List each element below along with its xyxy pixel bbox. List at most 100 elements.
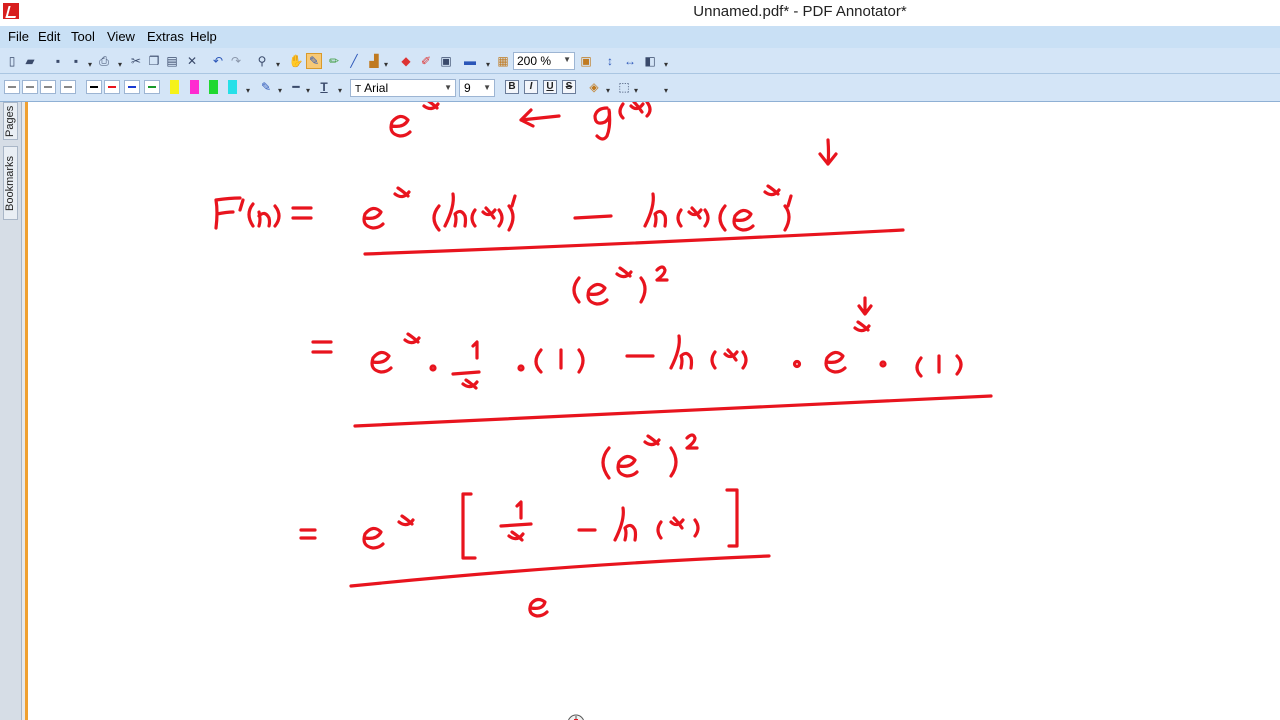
copy-icon[interactable]: ❐ bbox=[146, 53, 162, 69]
ink-stroke bbox=[676, 206, 710, 228]
menu-help[interactable]: Help bbox=[190, 29, 217, 44]
toolbar-overflow-icon[interactable]: ▾ bbox=[384, 60, 388, 69]
ink-stroke bbox=[238, 198, 245, 212]
ink-stroke bbox=[643, 434, 678, 478]
menu-edit[interactable]: Edit bbox=[38, 29, 60, 44]
ink-stroke bbox=[214, 196, 242, 230]
border-style-icon[interactable]: ⬚ bbox=[616, 79, 632, 95]
toolbar-overflow-icon[interactable]: ▾ bbox=[118, 60, 122, 69]
menu-file[interactable]: File bbox=[8, 29, 29, 44]
zoom-select[interactable]: 200 % ▼ bbox=[513, 52, 575, 70]
menu-bar: File Edit Tool View Extras Help bbox=[0, 26, 1280, 48]
chevron-down-icon: ▼ bbox=[444, 83, 452, 92]
ink-stroke bbox=[534, 348, 585, 374]
new-document-icon[interactable]: ▯ bbox=[4, 53, 20, 69]
font-select[interactable]: T Arial ▼ bbox=[350, 79, 456, 97]
color-red-button[interactable] bbox=[104, 80, 120, 94]
toolbar-overflow-icon[interactable]: ▾ bbox=[486, 60, 490, 69]
ink-stroke bbox=[669, 334, 694, 370]
highlighter-icon[interactable]: ✏ bbox=[326, 53, 342, 69]
italic-button[interactable]: I bbox=[524, 80, 538, 94]
highlight-green-button[interactable] bbox=[209, 80, 218, 94]
pen-tool-icon[interactable]: ✎ bbox=[306, 53, 322, 69]
ink-dot bbox=[879, 360, 887, 368]
toolbar-overflow-icon[interactable]: ▾ bbox=[338, 86, 342, 95]
line-medium-button[interactable] bbox=[22, 80, 38, 94]
chevron-down-icon[interactable]: ▾ bbox=[634, 86, 638, 95]
ink-stroke bbox=[710, 348, 748, 370]
font-size-select[interactable]: 9 ▼ bbox=[459, 79, 495, 97]
ink-stroke bbox=[507, 194, 517, 232]
pen-color-icon[interactable]: ✎ bbox=[258, 79, 274, 95]
camera-icon[interactable]: ▣ bbox=[438, 53, 454, 69]
brush-icon[interactable]: ✐ bbox=[418, 53, 434, 69]
highlight-yellow-button[interactable] bbox=[170, 80, 179, 94]
open-folder-icon[interactable]: ▰ bbox=[22, 53, 38, 69]
tab-pages[interactable]: Pages bbox=[3, 102, 18, 140]
line-tool-icon[interactable]: ╱ bbox=[346, 53, 362, 69]
chevron-down-icon[interactable]: ▾ bbox=[606, 86, 610, 95]
cut-icon[interactable]: ✂ bbox=[128, 53, 144, 69]
full-screen-icon[interactable]: ◧ bbox=[642, 53, 658, 69]
highlight-cyan-button[interactable] bbox=[228, 80, 237, 94]
menu-tool[interactable]: Tool bbox=[71, 29, 95, 44]
paste-icon[interactable]: ▤ bbox=[164, 53, 180, 69]
toolbar-overflow-icon[interactable]: ▾ bbox=[276, 60, 280, 69]
ink-stroke bbox=[353, 394, 993, 428]
strikethrough-button[interactable]: S bbox=[562, 80, 576, 94]
fit-page-icon[interactable]: ▣ bbox=[578, 53, 594, 69]
fill-color-icon[interactable]: ◈ bbox=[586, 79, 602, 95]
fit-height-icon[interactable]: ↕ bbox=[602, 53, 618, 69]
ink-dot bbox=[792, 359, 802, 369]
toolbar-overflow-icon[interactable]: ▾ bbox=[664, 86, 668, 95]
line-thin-button[interactable] bbox=[4, 80, 20, 94]
ink-stroke bbox=[572, 276, 609, 306]
delete-icon[interactable]: ✕ bbox=[184, 53, 200, 69]
tab-bookmarks[interactable]: Bookmarks bbox=[3, 146, 18, 220]
insert-page-icon[interactable]: ▬ bbox=[462, 53, 478, 69]
document-page[interactable] bbox=[31, 102, 1280, 720]
toolbar-overflow-icon[interactable]: ▾ bbox=[246, 86, 250, 95]
stamp-icon[interactable]: ▟ bbox=[366, 53, 382, 69]
ink-stroke bbox=[432, 204, 441, 232]
ink-stroke bbox=[718, 204, 755, 232]
ink-stroke bbox=[857, 296, 873, 316]
color-green-button[interactable] bbox=[144, 80, 160, 94]
toolbar-overflow-icon[interactable]: ▾ bbox=[664, 60, 668, 69]
ink-stroke bbox=[443, 192, 468, 228]
hand-tool-icon[interactable]: ✋ bbox=[288, 53, 304, 69]
line-thick-button[interactable] bbox=[40, 80, 56, 94]
line-width-icon[interactable]: ━ bbox=[288, 79, 304, 95]
chevron-down-icon[interactable]: ▾ bbox=[278, 86, 282, 95]
bold-button[interactable]: B bbox=[505, 80, 519, 94]
redo-icon[interactable]: ↷ bbox=[228, 53, 244, 69]
underline-button[interactable]: U bbox=[543, 80, 557, 94]
toolbar-overflow-icon[interactable]: ▾ bbox=[88, 60, 92, 69]
highlight-pink-button[interactable] bbox=[190, 80, 199, 94]
window-title: Unnamed.pdf* - PDF Annotator* bbox=[693, 3, 907, 20]
text-tool-icon[interactable]: T bbox=[316, 79, 332, 95]
eraser-icon[interactable]: ◆ bbox=[398, 53, 414, 69]
ink-stroke bbox=[643, 192, 668, 228]
color-black-button[interactable] bbox=[86, 80, 102, 94]
save-all-icon[interactable]: ▪ bbox=[68, 53, 84, 69]
print-icon[interactable]: ⎙ bbox=[96, 53, 112, 69]
color-blue-button[interactable] bbox=[124, 80, 140, 94]
zoom-icon[interactable]: ▦ bbox=[495, 53, 511, 69]
line-heavy-button[interactable] bbox=[60, 80, 76, 94]
ink-stroke bbox=[370, 350, 393, 374]
save-icon[interactable]: ▪ bbox=[50, 53, 66, 69]
magnifier-icon[interactable]: ⚲ bbox=[254, 53, 270, 69]
chevron-down-icon[interactable]: ▾ bbox=[306, 86, 310, 95]
ink-stroke bbox=[422, 102, 440, 111]
menu-view[interactable]: View bbox=[107, 29, 135, 44]
ink-stroke bbox=[725, 488, 739, 548]
ink-stroke bbox=[299, 528, 317, 540]
fit-width-icon[interactable]: ↔ bbox=[622, 53, 638, 69]
chevron-down-icon: ▼ bbox=[563, 55, 571, 64]
ink-stroke bbox=[291, 206, 313, 220]
undo-icon[interactable]: ↶ bbox=[210, 53, 226, 69]
ink-stroke bbox=[311, 340, 333, 354]
ink-stroke bbox=[685, 433, 699, 450]
menu-extras[interactable]: Extras bbox=[147, 29, 184, 44]
